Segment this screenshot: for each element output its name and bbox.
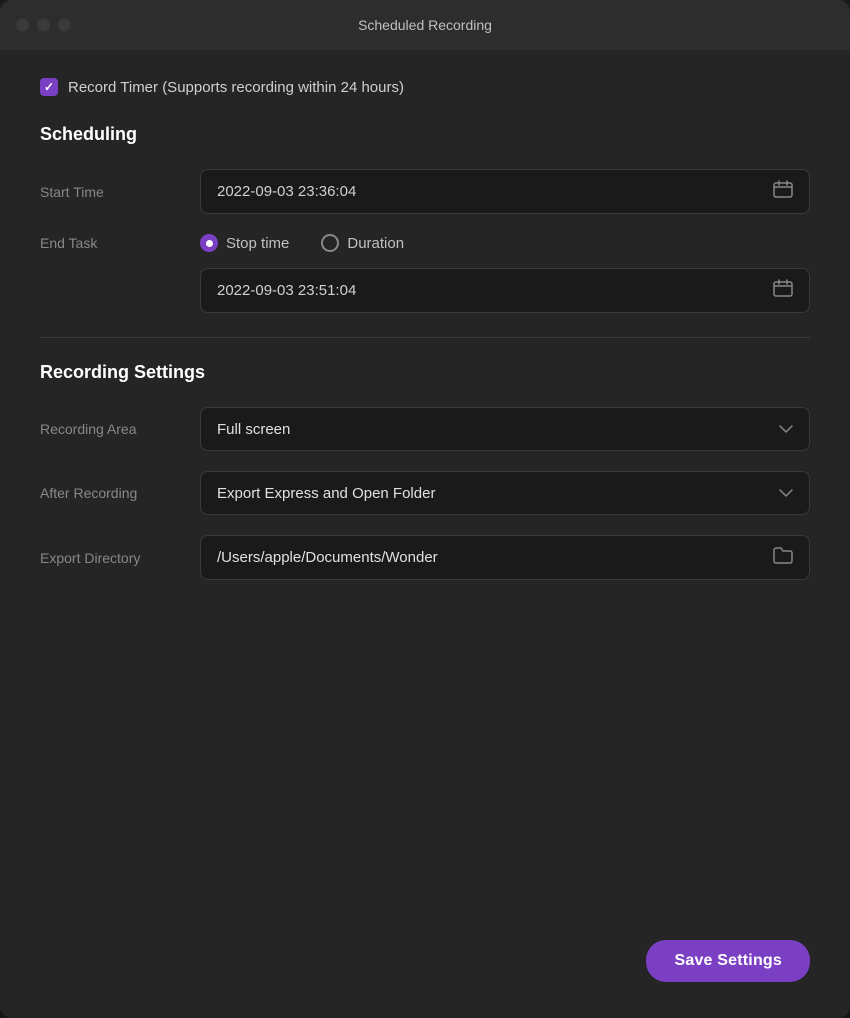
- end-task-row: End Task Stop time Duration: [40, 234, 810, 252]
- folder-icon: [773, 546, 793, 569]
- minimize-button[interactable]: [37, 19, 50, 32]
- start-time-calendar-icon: [773, 180, 793, 203]
- end-time-input[interactable]: 2022-09-03 23:51:04: [200, 268, 810, 313]
- duration-radio[interactable]: [321, 234, 339, 252]
- recording-area-group: Recording Area Full screen: [40, 407, 810, 451]
- save-settings-button[interactable]: Save Settings: [646, 940, 810, 982]
- titlebar: Scheduled Recording: [0, 0, 850, 50]
- content-area: Record Timer (Supports recording within …: [0, 50, 850, 1018]
- recording-area-dropdown[interactable]: Full screen: [200, 407, 810, 451]
- main-window: Scheduled Recording Record Timer (Suppor…: [0, 0, 850, 1018]
- close-button[interactable]: [16, 19, 29, 32]
- after-recording-arrow-icon: [779, 486, 793, 501]
- stop-time-option[interactable]: Stop time: [200, 234, 289, 252]
- save-button-container: Save Settings: [646, 940, 810, 982]
- start-time-label: Start Time: [40, 184, 200, 200]
- after-recording-value: Export Express and Open Folder: [217, 485, 435, 502]
- stop-time-radio[interactable]: [200, 234, 218, 252]
- end-task-label: End Task: [40, 235, 200, 251]
- radio-options: Stop time Duration: [200, 234, 404, 252]
- end-time-calendar-icon: [773, 279, 793, 302]
- stop-time-label: Stop time: [226, 235, 289, 252]
- after-recording-label: After Recording: [40, 485, 200, 501]
- duration-label: Duration: [347, 235, 404, 252]
- divider: [40, 337, 810, 338]
- start-time-value: 2022-09-03 23:36:04: [217, 183, 356, 200]
- export-directory-value: /Users/apple/Documents/Wonder: [217, 549, 438, 566]
- recording-area-arrow-icon: [779, 422, 793, 437]
- record-timer-label: Record Timer (Supports recording within …: [68, 79, 404, 96]
- recording-settings-title: Recording Settings: [40, 362, 810, 383]
- record-timer-row: Record Timer (Supports recording within …: [40, 78, 810, 96]
- export-directory-group: Export Directory /Users/apple/Documents/…: [40, 535, 810, 580]
- end-time-value: 2022-09-03 23:51:04: [217, 282, 356, 299]
- start-time-input[interactable]: 2022-09-03 23:36:04: [200, 169, 810, 214]
- traffic-lights: [16, 19, 71, 32]
- recording-area-label: Recording Area: [40, 421, 200, 437]
- scheduling-section-title: Scheduling: [40, 124, 810, 145]
- after-recording-group: After Recording Export Express and Open …: [40, 471, 810, 515]
- after-recording-dropdown[interactable]: Export Express and Open Folder: [200, 471, 810, 515]
- duration-option[interactable]: Duration: [321, 234, 404, 252]
- end-time-row: 2022-09-03 23:51:04: [40, 268, 810, 313]
- window-title: Scheduled Recording: [358, 17, 492, 33]
- start-time-group: Start Time 2022-09-03 23:36:04: [40, 169, 810, 214]
- maximize-button[interactable]: [58, 19, 71, 32]
- record-timer-checkbox[interactable]: [40, 78, 58, 96]
- export-directory-label: Export Directory: [40, 550, 200, 566]
- export-directory-input[interactable]: /Users/apple/Documents/Wonder: [200, 535, 810, 580]
- recording-area-value: Full screen: [217, 421, 290, 438]
